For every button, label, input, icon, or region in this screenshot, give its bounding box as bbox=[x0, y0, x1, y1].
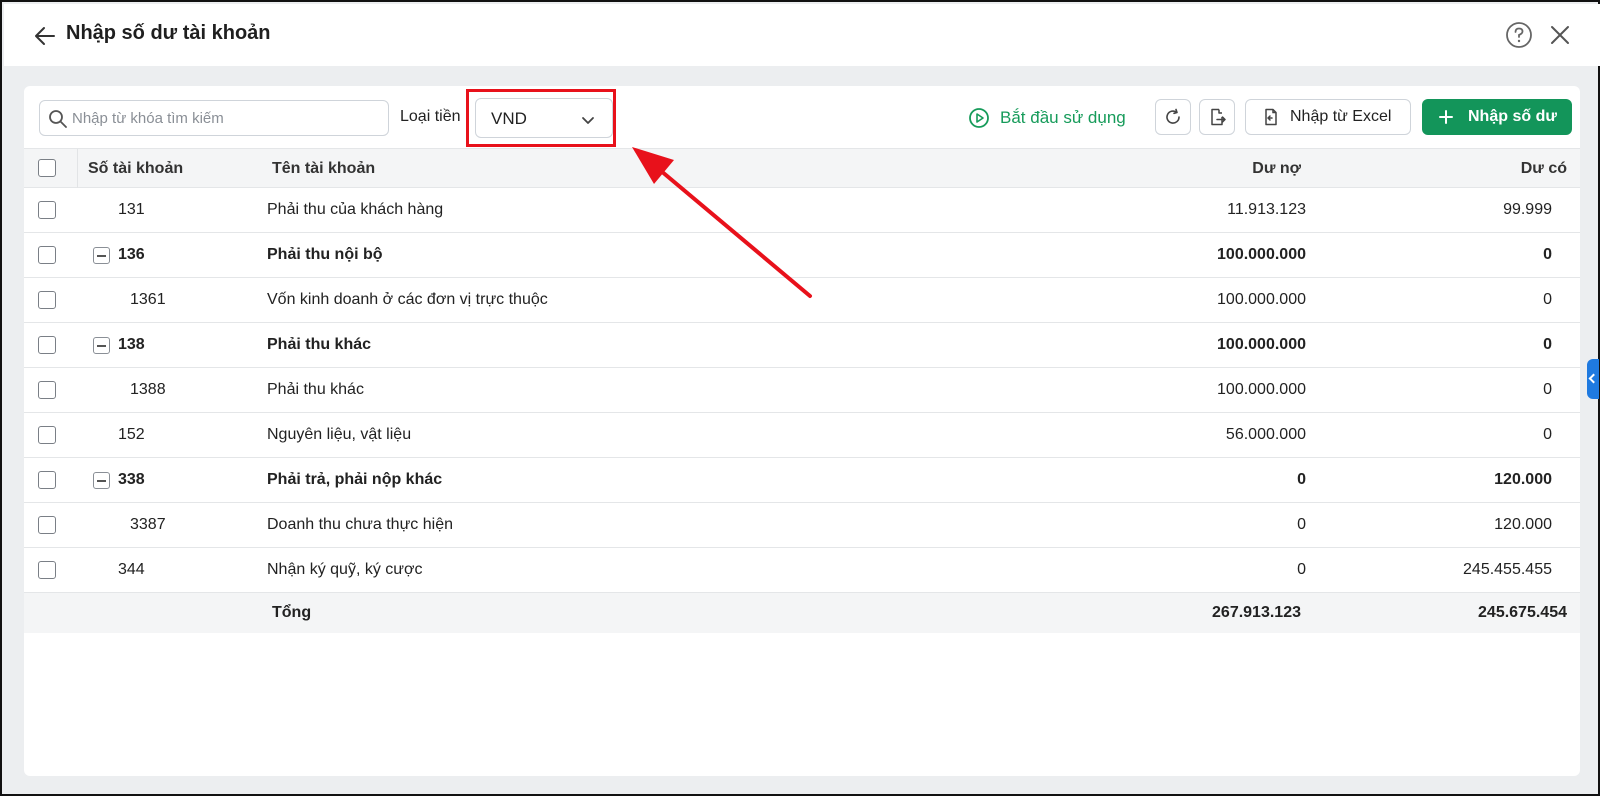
credit-value: 120.000 bbox=[1494, 471, 1552, 488]
account-name: Phải thu khác bbox=[267, 381, 364, 398]
account-no: 338 bbox=[118, 471, 145, 488]
account-no: 1388 bbox=[130, 381, 166, 398]
app-window: Nhập số dư tài khoản Loại tiền VND bbox=[0, 0, 1600, 796]
account-no: 136 bbox=[118, 246, 145, 263]
row-checkbox[interactable] bbox=[38, 516, 56, 534]
export-button[interactable] bbox=[1199, 99, 1235, 135]
table-row[interactable]: 3387 Doanh thu chưa thực hiện 0 120.000 bbox=[24, 503, 1580, 548]
play-circle-icon bbox=[969, 108, 989, 128]
start-using-button[interactable]: Bắt đầu sử dụng bbox=[968, 101, 1126, 135]
debit-value[interactable]: 11.913.123 bbox=[1104, 201, 1306, 219]
currency-value: VND bbox=[491, 109, 527, 128]
table-row[interactable]: 338 Phải trả, phải nộp khác 0 120.000 bbox=[24, 458, 1580, 503]
table-row[interactable]: 152 Nguyên liệu, vật liệu 56.000.000 0 bbox=[24, 413, 1580, 458]
table-row[interactable]: 1388 Phải thu khác 100.000.000 0 bbox=[24, 368, 1580, 413]
total-label: Tổng bbox=[272, 604, 312, 621]
debit-value[interactable]: 0 bbox=[1104, 516, 1306, 534]
content-card: Loại tiền VND Bắt đầu sử dụng bbox=[24, 86, 1580, 776]
refresh-button[interactable] bbox=[1155, 99, 1191, 135]
account-no: 131 bbox=[118, 201, 145, 218]
add-balance-button[interactable]: Nhập số dư bbox=[1422, 99, 1572, 135]
account-name: Phải thu của khách hàng bbox=[267, 201, 444, 218]
search-box[interactable] bbox=[39, 100, 389, 136]
row-checkbox[interactable] bbox=[38, 336, 56, 354]
table-row[interactable]: 138 Phải thu khác 100.000.000 0 bbox=[24, 323, 1580, 368]
table-row[interactable]: 131 Phải thu của khách hàng 11.913.123 9… bbox=[24, 188, 1580, 233]
export-file-icon bbox=[1211, 108, 1226, 126]
plus-icon bbox=[1439, 110, 1453, 124]
table-header: Số tài khoản Tên tài khoản Dư nợ Dư có bbox=[24, 148, 1580, 189]
account-name: Vốn kinh doanh ở các đơn vị trực thuộc bbox=[267, 291, 548, 308]
account-name: Phải thu nội bộ bbox=[267, 246, 383, 263]
account-no: 138 bbox=[118, 336, 145, 353]
select-all-checkbox[interactable] bbox=[38, 159, 56, 177]
row-checkbox[interactable] bbox=[38, 291, 56, 309]
account-name: Nguyên liệu, vật liệu bbox=[267, 426, 412, 443]
credit-value: 0 bbox=[1543, 246, 1552, 263]
row-checkbox[interactable] bbox=[38, 471, 56, 489]
header-account-name[interactable]: Tên tài khoản bbox=[272, 160, 375, 178]
row-checkbox[interactable] bbox=[38, 246, 56, 264]
back-arrow-icon[interactable] bbox=[32, 23, 58, 49]
debit-value[interactable]: 100.000.000 bbox=[1104, 291, 1306, 309]
account-name: Doanh thu chưa thực hiện bbox=[267, 516, 453, 533]
account-no: 344 bbox=[118, 561, 145, 578]
debit-value[interactable]: 56.000.000 bbox=[1104, 426, 1306, 444]
credit-value[interactable]: 0 bbox=[1324, 291, 1552, 309]
credit-value[interactable]: 0 bbox=[1324, 381, 1552, 399]
credit-value[interactable]: 245.455.455 bbox=[1324, 561, 1552, 579]
debit-value[interactable]: 100.000.000 bbox=[1104, 381, 1306, 399]
side-panel-toggle[interactable] bbox=[1587, 359, 1599, 399]
table-row[interactable]: 1361 Vốn kinh doanh ở các đơn vị trực th… bbox=[24, 278, 1580, 323]
currency-select[interactable]: VND bbox=[475, 98, 613, 138]
import-excel-button[interactable]: Nhập từ Excel bbox=[1245, 99, 1411, 135]
column-divider bbox=[77, 149, 78, 189]
collapse-icon[interactable] bbox=[93, 337, 110, 354]
add-balance-label: Nhập số dư bbox=[1468, 108, 1557, 125]
debit-value: 100.000.000 bbox=[1217, 246, 1306, 263]
import-excel-label: Nhập từ Excel bbox=[1290, 108, 1392, 125]
file-import-icon bbox=[1265, 108, 1277, 126]
account-no: 1361 bbox=[130, 291, 166, 308]
credit-value[interactable]: 120.000 bbox=[1324, 516, 1552, 534]
search-input[interactable] bbox=[72, 102, 382, 134]
credit-value: 0 bbox=[1543, 336, 1552, 353]
header-credit[interactable]: Dư có bbox=[1324, 160, 1567, 178]
page-title: Nhập số dư tài khoản bbox=[66, 22, 271, 44]
account-no: 3387 bbox=[130, 516, 166, 533]
start-using-label: Bắt đầu sử dụng bbox=[1000, 108, 1126, 127]
collapse-icon[interactable] bbox=[93, 247, 110, 264]
refresh-icon bbox=[1166, 108, 1180, 124]
chevron-down-icon bbox=[582, 117, 594, 124]
row-checkbox[interactable] bbox=[38, 381, 56, 399]
help-icon[interactable] bbox=[1504, 20, 1534, 50]
table-row[interactable]: 136 Phải thu nội bộ 100.000.000 0 bbox=[24, 233, 1580, 278]
row-checkbox[interactable] bbox=[38, 561, 56, 579]
credit-value[interactable]: 0 bbox=[1324, 426, 1552, 444]
search-icon bbox=[49, 110, 67, 128]
row-checkbox[interactable] bbox=[38, 426, 56, 444]
header-debit[interactable]: Dư nợ bbox=[1124, 160, 1301, 178]
page-header: Nhập số dư tài khoản bbox=[4, 4, 1600, 66]
header-account-no[interactable]: Số tài khoản bbox=[88, 160, 183, 178]
account-no: 152 bbox=[118, 426, 145, 443]
debit-value: 0 bbox=[1297, 471, 1306, 488]
balance-table: Số tài khoản Tên tài khoản Dư nợ Dư có 1… bbox=[24, 148, 1580, 633]
account-name: Phải thu khác bbox=[267, 336, 372, 353]
close-icon[interactable] bbox=[1547, 22, 1573, 48]
total-credit: 245.675.454 bbox=[1478, 604, 1567, 621]
currency-label: Loại tiền bbox=[400, 108, 461, 125]
account-name: Nhận ký quỹ, ký cược bbox=[267, 561, 423, 578]
collapse-icon[interactable] bbox=[93, 472, 110, 489]
table-row[interactable]: 344 Nhận ký quỹ, ký cược 0 245.455.455 bbox=[24, 548, 1580, 593]
credit-value[interactable]: 99.999 bbox=[1324, 201, 1552, 219]
account-name: Phải trả, phải nộp khác bbox=[267, 471, 443, 488]
total-row: Tổng 267.913.123 245.675.454 bbox=[24, 593, 1580, 633]
total-debit: 267.913.123 bbox=[1212, 604, 1301, 621]
debit-value: 100.000.000 bbox=[1217, 336, 1306, 353]
debit-value[interactable]: 0 bbox=[1104, 561, 1306, 579]
row-checkbox[interactable] bbox=[38, 201, 56, 219]
